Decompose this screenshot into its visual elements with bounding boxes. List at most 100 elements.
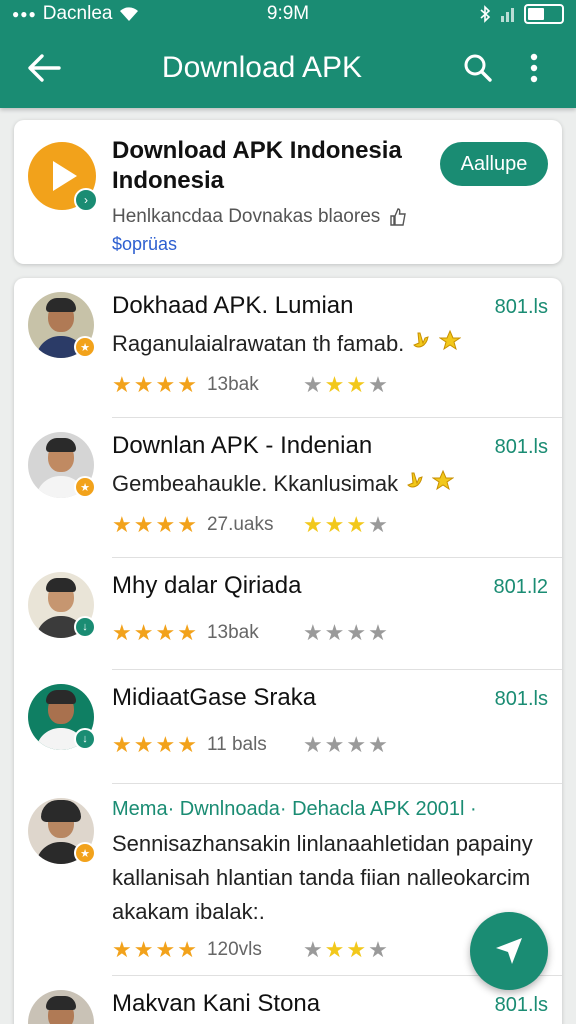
app-title: Download APK Indonesia Indonesia (112, 137, 402, 194)
rating-stars: ★ ★ ★ ★ (112, 939, 197, 961)
rating-row: ★ ★ ★ ★ 11 bals ★ ★ ★ ★ (112, 728, 548, 762)
carrier-name: Dacnlea (42, 3, 113, 24)
more-options-button[interactable] (506, 38, 562, 98)
download-badge-icon: › (74, 188, 98, 212)
thumbs-up-icon (390, 208, 407, 226)
item-size: 801.l2 (493, 576, 549, 598)
star-sparkle-icon (438, 329, 461, 351)
app-subtitle: Henlkancdaa Dovnakas blaores (112, 206, 381, 227)
rating-count: 13bak (206, 374, 259, 395)
user-rating-stars[interactable]: ★ ★ ★ ★ (303, 734, 388, 756)
star-icon: ★ (133, 512, 154, 537)
star-icon: ★ (155, 732, 176, 757)
rating-count: 13bak (206, 622, 259, 643)
item-description-text: Raganulaialrawatan th famab. (112, 331, 405, 356)
page-title: Download APK (161, 51, 363, 84)
list-item-body: MidiaatGase Sraka 801.ls ★ ★ ★ ★ 11 bals ★ ★… (112, 684, 548, 784)
item-size: 801.ls (494, 688, 548, 710)
install-button[interactable]: Aallupe (440, 142, 548, 186)
star-icon[interactable]: ★ (325, 622, 345, 644)
list-item[interactable]: Makvan Kani Stona 801.ls (14, 976, 562, 1024)
send-fab-button[interactable] (470, 912, 548, 990)
star-icon: ★ (112, 512, 132, 537)
list-item-body: Mhy dalar Qiriada 801.l2 ★ ★ ★ ★ 13bak ★ ★ ★ ★ (112, 572, 548, 670)
star-icon[interactable]: ★ (346, 939, 366, 961)
avatar (28, 990, 94, 1024)
status-right (479, 4, 564, 24)
star-icon[interactable]: ★ (325, 734, 345, 756)
list-item[interactable]: ★ Dokhaad APK. Lumian 801.ls Raganulaial… (14, 278, 562, 418)
rating-row: ★ ★ ★ ★ 27.uaks ★ ★ ★ ★ (112, 508, 548, 542)
bluetooth-icon (480, 5, 491, 23)
item-description: Gembeahauk​le. Kkanlusimak (112, 468, 548, 500)
list-item-body: Downlan APK - Indenian 801.ls Gembeahauk… (112, 432, 548, 558)
item-description: Raganulaialrawatan th famab. (112, 328, 548, 360)
rating-stars: ★ ★ ★ ★ (112, 374, 197, 396)
star-icon: ★ (177, 620, 197, 645)
item-size: 801.ls (494, 296, 548, 318)
star-icon: ★ (177, 937, 197, 962)
star-icon[interactable]: ★ (346, 622, 366, 644)
user-rating-stars[interactable]: ★ ★ ★ ★ (303, 939, 388, 961)
star-icon[interactable]: ★ (325, 374, 345, 396)
app-subtitle-row: Henlkancdaa Dovnakas blaores (112, 206, 548, 228)
item-title: Dokhaad APK. Lumian (112, 292, 354, 319)
rating-stars: ★ ★ ★ ★ (112, 734, 197, 756)
star-icon: ★ (177, 732, 197, 757)
user-rating-stars[interactable]: ★ ★ ★ ★ (303, 622, 388, 644)
search-icon (464, 54, 492, 82)
apk-list: ★ Dokhaad APK. Lumian 801.ls Raganulaial… (14, 278, 562, 1024)
app-link[interactable]: $oprüas (112, 234, 548, 255)
user-rating-stars[interactable]: ★ ★ ★ ★ (303, 514, 388, 536)
star-icon[interactable]: ★ (303, 374, 323, 396)
signal-dots-icon: ●●● (12, 7, 37, 21)
star-icon: ★ (133, 937, 154, 962)
item-description-text: Gembeahauk​le. Kkanlusimak (112, 471, 399, 496)
status-bar: ●●● Dacnlea 9:9M (0, 0, 576, 28)
star-icon[interactable]: ★ (368, 374, 388, 396)
star-icon[interactable]: ★ (368, 734, 388, 756)
star-icon[interactable]: ★ (368, 939, 388, 961)
hand-wave-icon (413, 332, 430, 348)
item-title: Makvan Kani Stona (112, 990, 321, 1017)
more-vert-icon (530, 53, 538, 83)
star-icon: ★ (177, 512, 197, 537)
hand-wave-icon (407, 472, 423, 488)
list-item[interactable]: ↓ MidiaatGase Sraka 801.ls ★ ★ ★ ★ 11 bals … (14, 670, 562, 784)
rating-row: ★ ★ ★ ★ 13bak ★ ★ ★ ★ (112, 368, 548, 402)
star-icon[interactable]: ★ (303, 734, 323, 756)
star-icon[interactable]: ★ (325, 514, 345, 536)
star-icon[interactable]: ★ (346, 734, 366, 756)
download-badge-icon: ↓ (74, 728, 96, 750)
star-icon[interactable]: ★ (303, 939, 323, 961)
star-icon[interactable]: ★ (303, 514, 323, 536)
star-icon: ★ (133, 372, 154, 397)
star-badge-icon: ★ (74, 842, 96, 864)
star-icon[interactable]: ★ (346, 374, 366, 396)
star-icon[interactable]: ★ (368, 622, 388, 644)
avatar: ↓ (28, 572, 96, 638)
star-icon[interactable]: ★ (368, 514, 388, 536)
star-icon: ★ (133, 620, 154, 645)
star-sparkle-icon (432, 469, 455, 491)
star-icon[interactable]: ★ (303, 622, 323, 644)
app-logo-icon: › (28, 142, 98, 212)
rating-count: 27.uaks (206, 514, 274, 535)
star-icon: ★ (155, 512, 176, 537)
search-button[interactable] (450, 38, 506, 98)
back-button[interactable] (14, 38, 74, 98)
star-icon: ★ (133, 732, 154, 757)
list-item[interactable]: ★ Downlan APK - Indenian 801.ls Gembeaha… (14, 418, 562, 558)
star-icon: ★ (177, 372, 197, 397)
arrow-left-icon (28, 54, 61, 82)
list-item[interactable]: ↓ Mhy dalar Qiriada 801.l2 ★ ★ ★ ★ 13bak ★ ★… (14, 558, 562, 670)
battery-icon (524, 4, 564, 24)
user-rating-stars[interactable]: ★ ★ ★ ★ (303, 374, 388, 396)
star-icon: ★ (112, 732, 132, 757)
avatar: ★ (28, 432, 96, 498)
star-icon[interactable]: ★ (325, 939, 345, 961)
star-icon[interactable]: ★ (346, 514, 366, 536)
list-item-body: Makvan Kani Stona 801.ls (112, 990, 548, 1024)
rating-stars: ★ ★ ★ ★ (112, 622, 197, 644)
app-header-card[interactable]: › Download APK Indonesia Indonesia Henlk… (14, 120, 562, 264)
